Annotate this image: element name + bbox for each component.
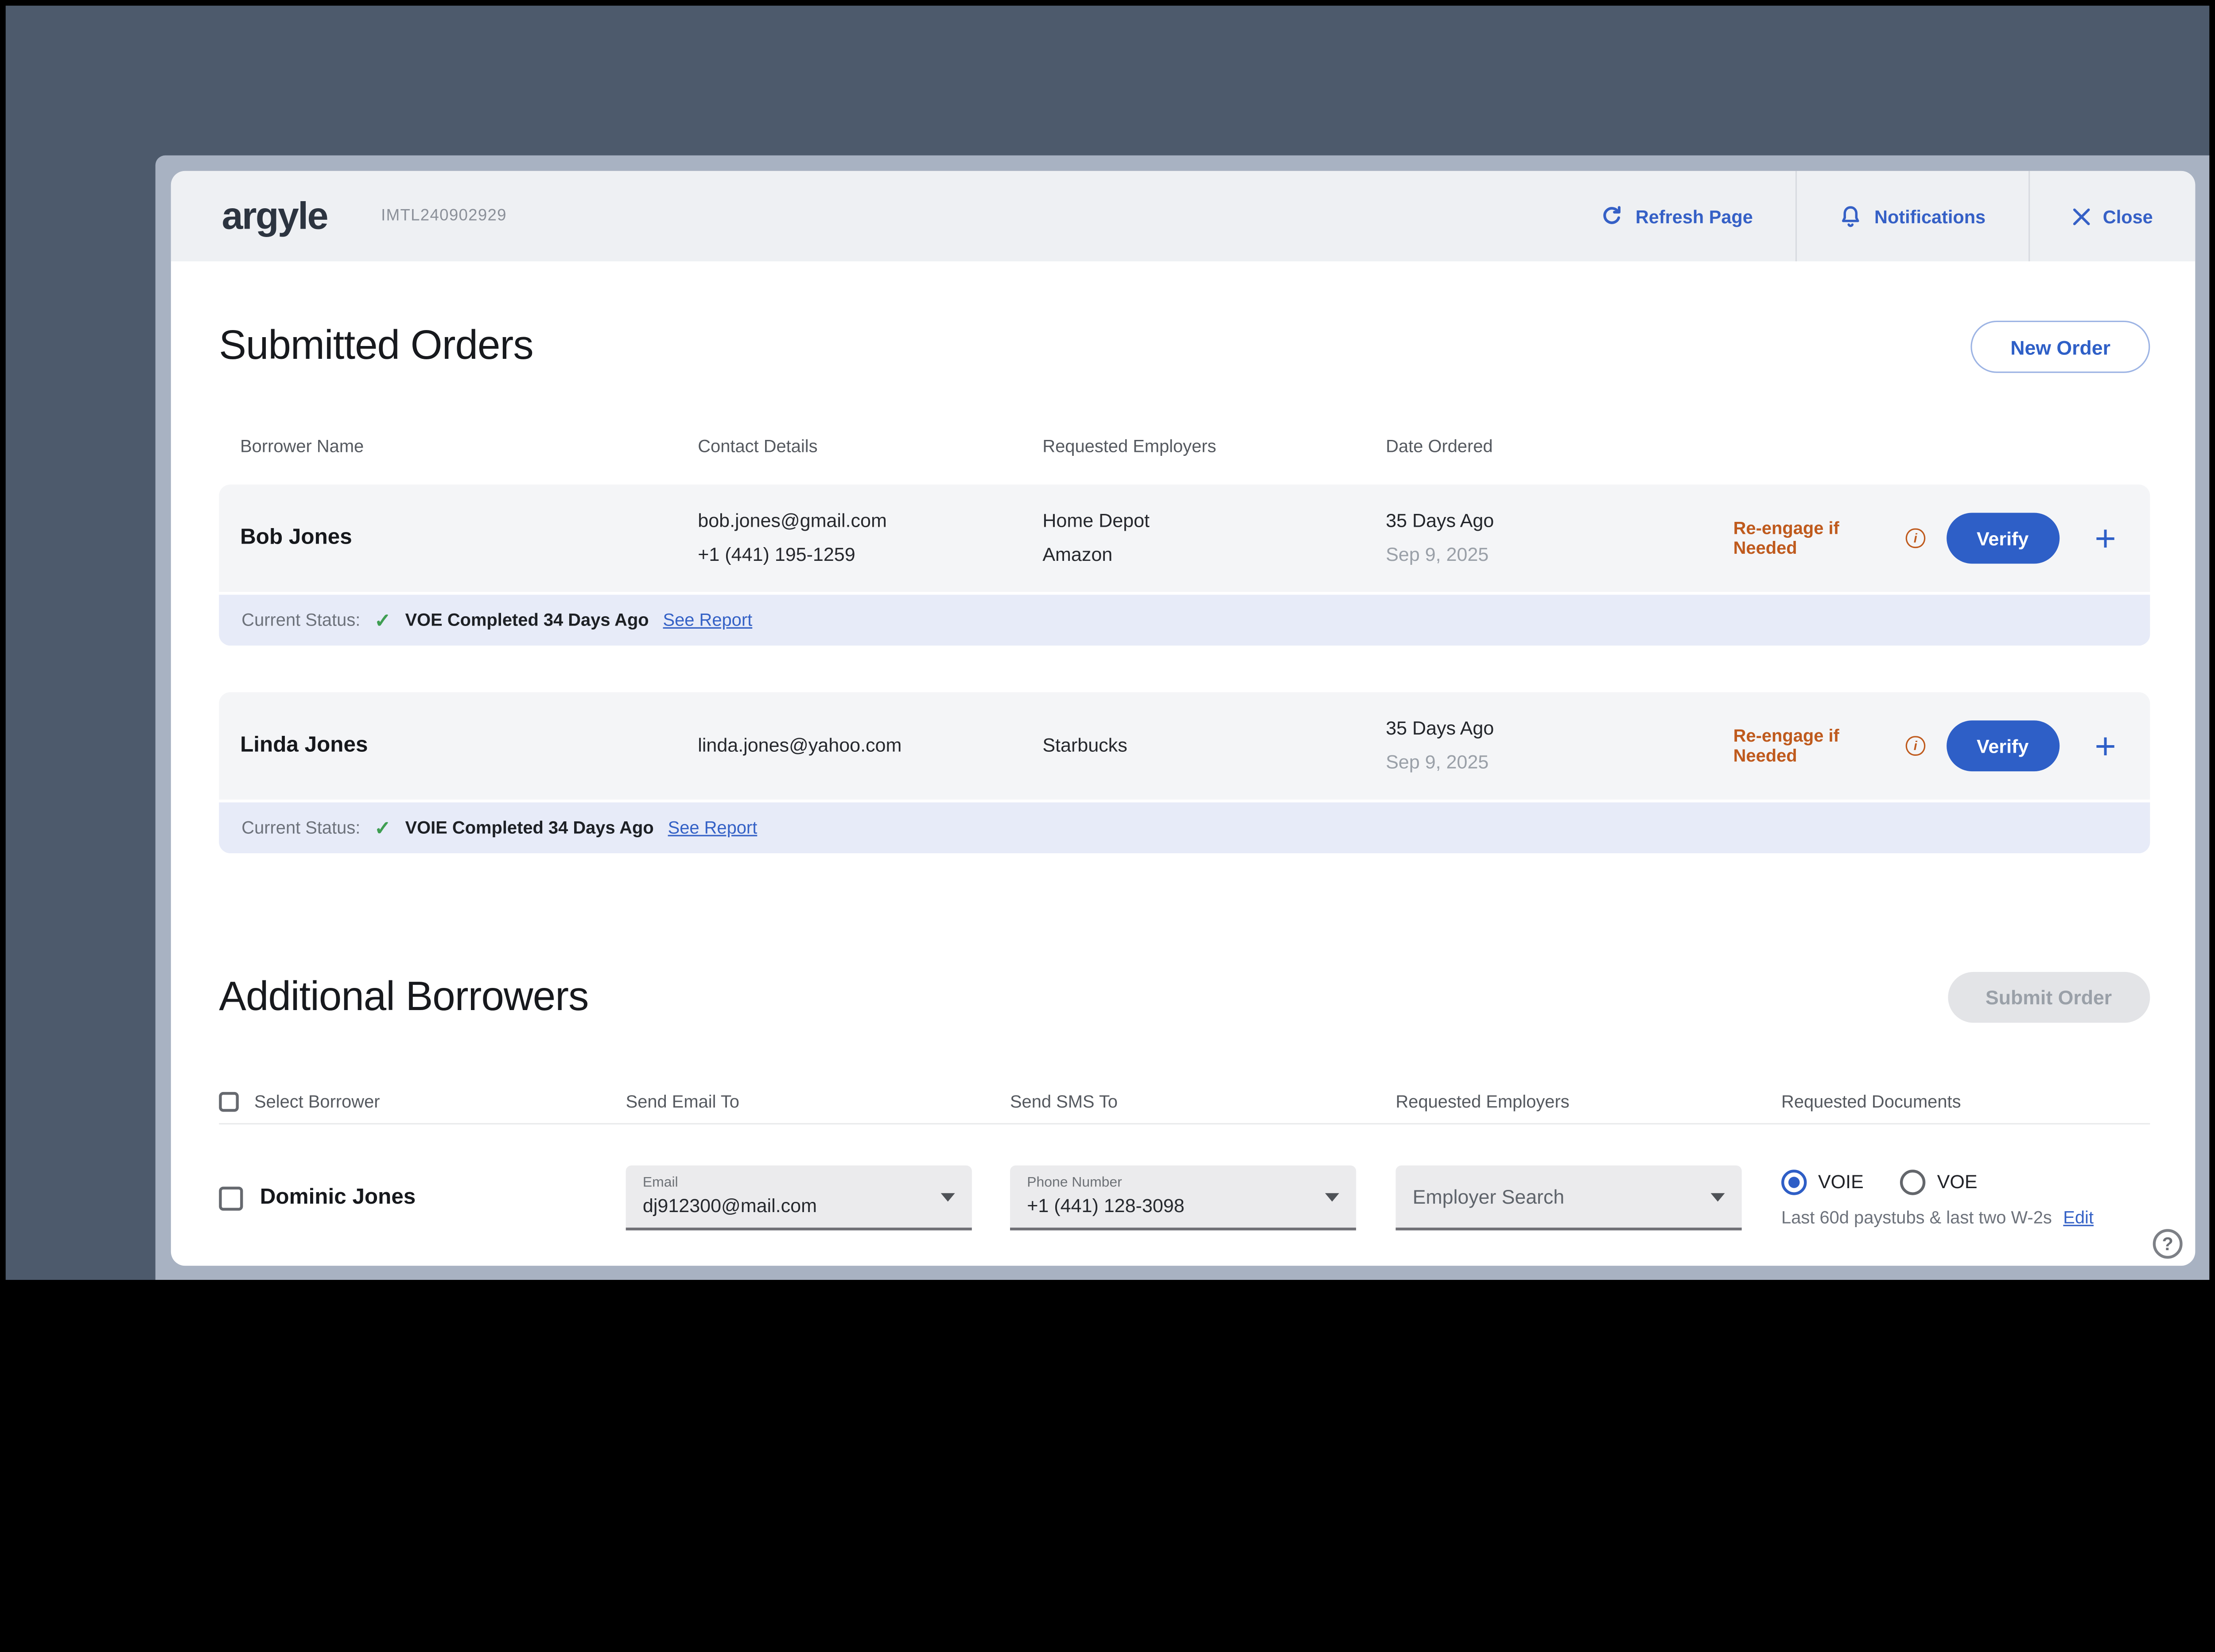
refresh-icon bbox=[1600, 205, 1623, 227]
expand-plus-icon[interactable]: + bbox=[2095, 727, 2116, 764]
col-requested-employers: Requested Employers bbox=[1395, 1092, 1570, 1112]
borrowers-table-header: Select Borrower Send Email To Send SMS T… bbox=[219, 1092, 2150, 1112]
row-actions: Re-engage if Needed i Verify + bbox=[1733, 720, 2150, 772]
requested-employers: Home Depot Amazon bbox=[1042, 510, 1150, 565]
modal-body: Submitted Orders New Order Borrower Name… bbox=[171, 320, 2196, 1231]
info-icon: i bbox=[1906, 736, 1925, 756]
docs-summary: Last 60d paystubs & last two W-2s Edit bbox=[1781, 1207, 2094, 1227]
check-icon: ✓ bbox=[374, 816, 391, 839]
argyle-modal: argyle IMTL240902929 Refresh Page Notifi… bbox=[171, 171, 2196, 1266]
submitted-orders-title: Submitted Orders bbox=[219, 323, 533, 369]
radio-voe[interactable]: VOE bbox=[1900, 1169, 1978, 1195]
see-report-link[interactable]: See Report bbox=[663, 610, 753, 630]
notifications-button[interactable]: Notifications bbox=[1795, 171, 2028, 261]
new-order-button[interactable]: New Order bbox=[1970, 320, 2150, 373]
order-block: Bob Jones bob.jones@gmail.com +1 (441) 1… bbox=[219, 484, 2150, 646]
close-label: Close bbox=[2102, 205, 2153, 227]
col-requested-documents: Requested Documents bbox=[1781, 1092, 1961, 1112]
status-bar: Current Status: ✓ VOIE Completed 34 Days… bbox=[219, 802, 2150, 854]
verify-button[interactable]: Verify bbox=[1946, 513, 2060, 564]
submit-order-button[interactable]: Submit Order bbox=[1947, 972, 2150, 1023]
chevron-down-icon bbox=[1325, 1193, 1339, 1202]
argyle-logo: argyle bbox=[222, 194, 329, 237]
radio-selected-icon bbox=[1781, 1169, 1807, 1195]
col-date-ordered: Date Ordered bbox=[1386, 436, 1493, 456]
select-borrower-checkbox[interactable] bbox=[219, 1186, 243, 1210]
reengage-note: Re-engage if Needed i bbox=[1733, 518, 1925, 558]
col-send-sms-to: Send SMS To bbox=[1010, 1092, 1118, 1112]
order-block: Linda Jones linda.jones@yahoo.com Starbu… bbox=[219, 692, 2150, 854]
radio-unselected-icon bbox=[1900, 1169, 1926, 1195]
screen: argyle IMTL240902929 Refresh Page Notifi… bbox=[0, 0, 2215, 1286]
borrower-row: Dominic Jones Email dj912300@mail.com Ph… bbox=[219, 1165, 2150, 1231]
refresh-page-label: Refresh Page bbox=[1635, 205, 1753, 227]
table-divider bbox=[219, 1123, 2150, 1125]
chevron-down-icon bbox=[1710, 1193, 1725, 1202]
bell-icon bbox=[1839, 204, 1861, 228]
date-ordered: 35 Days Ago Sep 9, 2025 bbox=[1386, 717, 1494, 773]
check-icon: ✓ bbox=[374, 608, 391, 631]
borrower-name: Linda Jones bbox=[240, 733, 368, 758]
requested-documents-cell: VOIE VOE Last 60d paystubs & last two W-… bbox=[1781, 1169, 2150, 1227]
phone-select[interactable]: Phone Number +1 (441) 128-3098 bbox=[1010, 1165, 1356, 1231]
close-button[interactable]: Close bbox=[2028, 171, 2196, 261]
borrower-name: Bob Jones bbox=[240, 525, 352, 550]
select-all-checkbox[interactable] bbox=[219, 1092, 239, 1112]
contact-details: linda.jones@yahoo.com bbox=[698, 735, 902, 756]
chevron-down-icon bbox=[940, 1193, 955, 1202]
col-requested-employers: Requested Employers bbox=[1042, 436, 1216, 456]
verify-button[interactable]: Verify bbox=[1946, 720, 2060, 772]
close-icon bbox=[2072, 207, 2090, 225]
see-report-link[interactable]: See Report bbox=[668, 818, 758, 838]
table-row: Bob Jones bob.jones@gmail.com +1 (441) 1… bbox=[219, 484, 2150, 592]
date-ordered: 35 Days Ago Sep 9, 2025 bbox=[1386, 510, 1494, 565]
radio-voie[interactable]: VOIE bbox=[1781, 1169, 1864, 1195]
info-icon: i bbox=[1906, 528, 1925, 548]
col-borrower-name: Borrower Name bbox=[240, 436, 364, 456]
additional-borrowers-title: Additional Borrowers bbox=[219, 974, 589, 1019]
email-select[interactable]: Email dj912300@mail.com bbox=[626, 1165, 972, 1231]
contact-details: bob.jones@gmail.com +1 (441) 195-1259 bbox=[698, 510, 887, 565]
orders-table-header: Borrower Name Contact Details Requested … bbox=[219, 436, 2150, 456]
col-contact-details: Contact Details bbox=[698, 436, 818, 456]
requested-employers: Starbucks bbox=[1042, 735, 1127, 756]
edit-docs-link[interactable]: Edit bbox=[2063, 1207, 2094, 1227]
notifications-label: Notifications bbox=[1874, 205, 1986, 227]
refresh-page-button[interactable]: Refresh Page bbox=[1558, 171, 1795, 261]
header-actions: Refresh Page Notifications Close bbox=[1558, 171, 2195, 261]
status-bar: Current Status: ✓ VOE Completed 34 Days … bbox=[219, 595, 2150, 646]
brand-wrap: argyle IMTL240902929 bbox=[171, 171, 507, 261]
employer-search-select[interactable]: Employer Search bbox=[1395, 1165, 1742, 1231]
col-send-email-to: Send Email To bbox=[626, 1092, 739, 1112]
modal-header: argyle IMTL240902929 Refresh Page Notifi… bbox=[171, 171, 2196, 261]
help-icon[interactable]: ? bbox=[2153, 1229, 2183, 1259]
reengage-note: Re-engage if Needed i bbox=[1733, 726, 1925, 766]
table-row: Linda Jones linda.jones@yahoo.com Starbu… bbox=[219, 692, 2150, 800]
row-actions: Re-engage if Needed i Verify + bbox=[1733, 513, 2150, 564]
order-id: IMTL240902929 bbox=[381, 207, 507, 225]
borrower-name: Dominic Jones bbox=[260, 1185, 416, 1209]
col-select-borrower: Select Borrower bbox=[254, 1092, 380, 1112]
expand-plus-icon[interactable]: + bbox=[2095, 520, 2116, 556]
